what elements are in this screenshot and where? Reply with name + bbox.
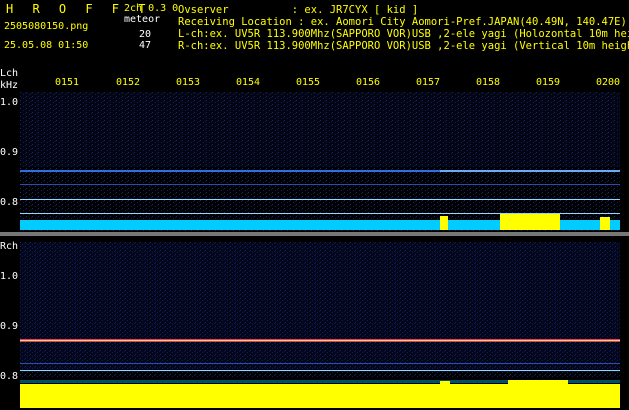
- lch-tick-0.8: 0.8: [0, 197, 19, 208]
- rch-tick-1.0: 1.0: [0, 271, 19, 282]
- location-line: Receiving Location : ex. Aomori City Aom…: [178, 16, 627, 28]
- lch-unit-label: kHz: [0, 80, 19, 91]
- detect-label: meteor: [124, 14, 161, 25]
- rch-level-strip: [20, 380, 620, 408]
- time-label: 0155: [296, 77, 321, 88]
- lch-tick-1.0: 1.0: [0, 97, 19, 108]
- count-l: 20: [139, 29, 152, 40]
- count-r: 47: [139, 40, 152, 51]
- lch-secondary-line: [20, 184, 620, 185]
- lch-level-spike: [600, 217, 610, 230]
- lch-channel-label: Lch: [0, 68, 19, 79]
- lch-spectrogram: [20, 92, 620, 232]
- lch-carrier-highlight: [440, 170, 620, 172]
- rch-spectrogram: [20, 242, 620, 378]
- time-label: 0156: [356, 77, 381, 88]
- filename-label: 2505080150.png: [4, 21, 89, 32]
- rch-channel-label: Rch: [0, 241, 19, 252]
- rch-mid-noise: [20, 242, 620, 372]
- rch-carrier-line-inner: [20, 340, 620, 341]
- time-label: 0157: [416, 77, 441, 88]
- datetime-label: 25.05.08 01:50: [4, 40, 89, 51]
- time-label: 0151: [55, 77, 80, 88]
- rch-secondary-line: [20, 363, 620, 364]
- time-label: 0153: [176, 77, 201, 88]
- lch-level-spike: [440, 216, 448, 230]
- time-label: 0200: [596, 77, 621, 88]
- lch-info-line: L-ch:ex. UV5R 113.900Mhz(SAPPORO VOR)USB…: [178, 29, 629, 40]
- time-label: 0159: [536, 77, 561, 88]
- rch-level-spike: [508, 380, 568, 408]
- time-label: 0152: [116, 77, 141, 88]
- rch-tick-0.9: 0.9: [0, 321, 19, 332]
- channel-separator: [0, 232, 629, 236]
- lch-upper-noise: [20, 92, 620, 167]
- time-label: 0158: [476, 77, 501, 88]
- rch-grid-line: [20, 370, 620, 371]
- lch-level-spike: [500, 214, 560, 230]
- observer-line: Ovserver : ex. JR7CYX [ kid ]: [178, 4, 419, 16]
- mode-label: 2ch 0.3 0: [124, 3, 179, 14]
- lch-level-strip: [20, 214, 620, 230]
- time-label: 0154: [236, 77, 261, 88]
- rch-info-line: R-ch:ex. UV5R 113.900Mhz(SAPPORO VOR)USB…: [178, 40, 629, 52]
- rch-level-spike: [440, 381, 450, 408]
- rch-tick-0.8: 0.8: [0, 371, 19, 382]
- lch-grid-line-top: [20, 199, 620, 200]
- lch-tick-0.9: 0.9: [0, 147, 19, 158]
